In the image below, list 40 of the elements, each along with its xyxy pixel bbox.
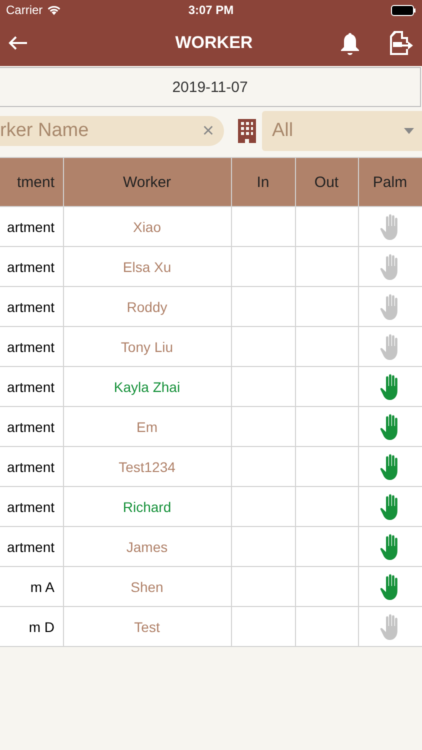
filter-dropdown[interactable]: All	[262, 111, 422, 151]
clear-icon[interactable]: ×	[202, 121, 214, 141]
column-header: tment	[0, 158, 63, 206]
worker-cell[interactable]: Em	[63, 406, 231, 446]
department-cell: artment	[0, 526, 63, 566]
department-cell: artment	[0, 326, 63, 366]
carrier-label: Carrier	[6, 3, 43, 17]
department-cell: artment	[0, 286, 63, 326]
worker-cell[interactable]: Roddy	[63, 286, 231, 326]
department-cell: artment	[0, 446, 63, 486]
back-arrow-icon[interactable]	[8, 36, 28, 50]
worker-cell[interactable]: Elsa Xu	[63, 246, 231, 286]
department-cell: artment	[0, 406, 63, 446]
worker-cell[interactable]: Xiao	[63, 206, 231, 246]
date-field[interactable]: 2019-11-07	[0, 67, 421, 107]
building-icon[interactable]	[238, 119, 256, 143]
worker-cell[interactable]: Test1234	[63, 446, 231, 486]
battery-icon	[390, 4, 416, 16]
department-cell: m A	[0, 566, 63, 606]
worker-cell[interactable]: Shen	[63, 566, 231, 606]
worker-cell[interactable]: Kayla Zhai	[63, 366, 231, 406]
bell-icon[interactable]	[340, 32, 360, 54]
column-header: Palm	[358, 158, 422, 206]
search-field[interactable]: rker Name ×	[0, 116, 224, 146]
department-cell: artment	[0, 206, 63, 246]
worker-cell[interactable]: Test	[63, 606, 231, 646]
column-header: In	[231, 158, 295, 206]
page-title: WORKER	[174, 33, 254, 53]
column-header: Out	[295, 158, 358, 206]
worker-cell[interactable]: Richard	[63, 486, 231, 526]
worker-cell[interactable]: Tony Liu	[63, 326, 231, 366]
worker-cell[interactable]: James	[63, 526, 231, 566]
wifi-icon	[46, 5, 61, 15]
column-header: Worker	[63, 158, 231, 206]
department-cell: artment	[0, 486, 63, 526]
status-time: 3:07 PM	[188, 3, 234, 17]
caret-icon	[404, 128, 414, 134]
department-cell: artment	[0, 246, 63, 286]
department-cell: m D	[0, 606, 63, 646]
department-cell: artment	[0, 366, 63, 406]
